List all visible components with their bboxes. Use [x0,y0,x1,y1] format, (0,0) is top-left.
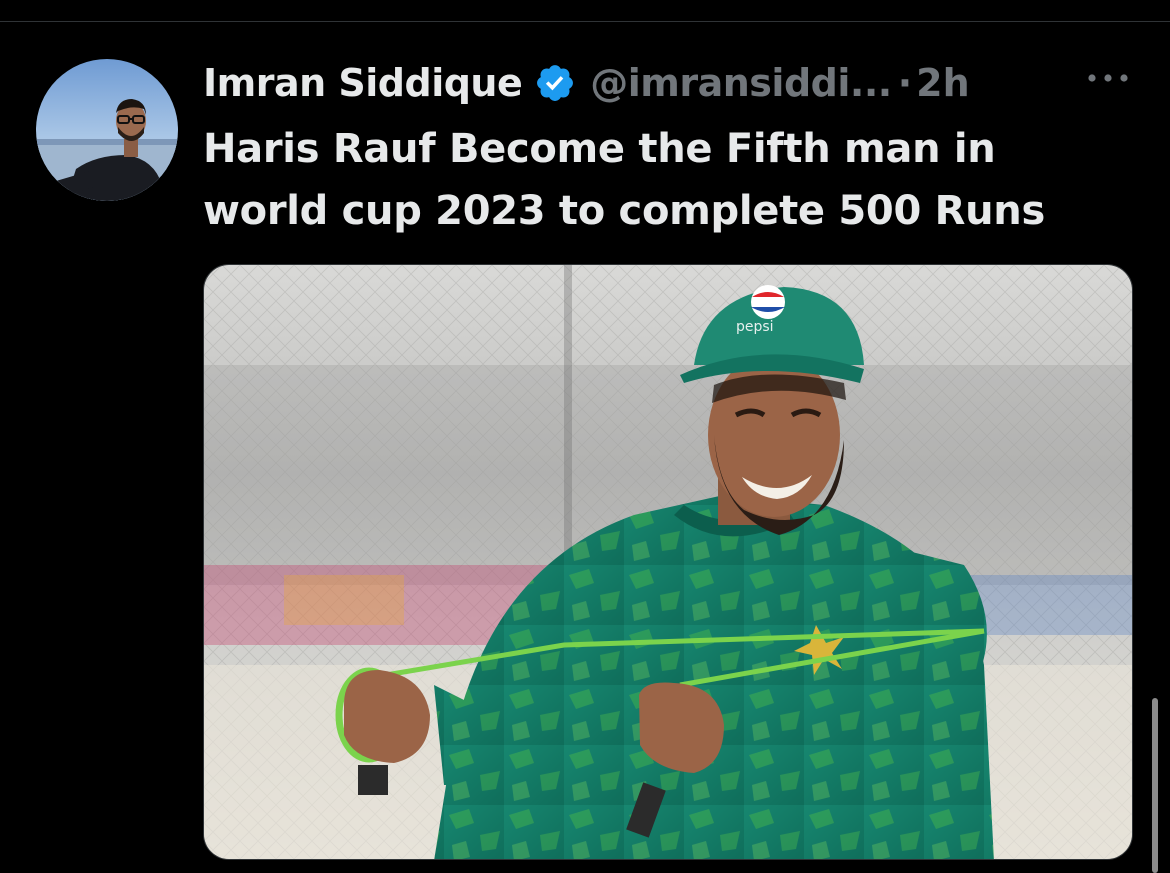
cap-logo-text: pepsi [736,319,774,335]
author-display-name[interactable]: Imran Siddique [203,61,523,105]
more-options-icon[interactable] [1082,62,1134,94]
top-divider [0,21,1170,22]
separator-dot: · [897,61,913,105]
tweet-timestamp[interactable]: 2h [916,61,970,105]
verified-badge-icon[interactable] [534,62,576,104]
tweet-photo: pepsi [204,265,1132,859]
avatar-photo [36,59,178,201]
tweet-text: Haris Rauf Become the Fifth man in world… [203,126,1045,234]
tweet-header: Imran Siddique @imransiddi... · 2h [203,58,970,108]
author-handle[interactable]: @imransiddi... [590,61,892,105]
avatar[interactable] [36,59,178,201]
tweet-media-image[interactable]: pepsi [203,264,1133,860]
scrollbar[interactable] [1152,698,1158,873]
